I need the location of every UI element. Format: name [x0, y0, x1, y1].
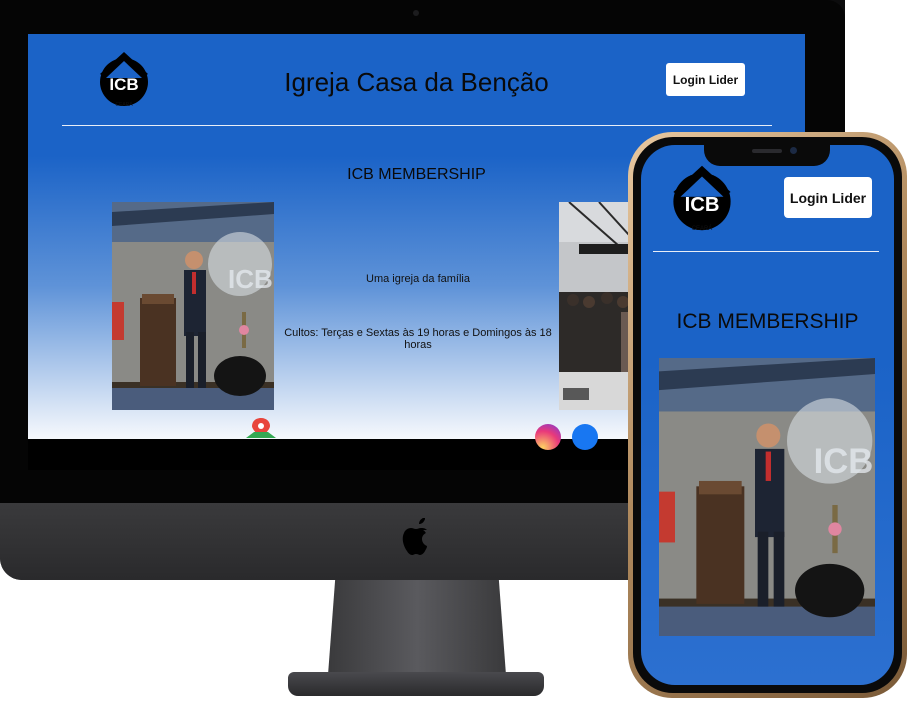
tagline: Uma igreja da família — [366, 273, 470, 285]
svg-text:ICB: ICB — [228, 264, 273, 294]
phone-camera — [790, 147, 797, 154]
imac-camera — [413, 10, 419, 16]
facebook-icon[interactable] — [572, 424, 598, 450]
imac-stand — [328, 580, 506, 675]
mobile-screen: ICB CEARÁ Login Lider ICB MEMBERSHIP ICB — [641, 145, 894, 685]
pastor-photo: ICB — [659, 358, 875, 636]
pastor-photo: ICB — [112, 202, 274, 410]
membership-title: ICB MEMBERSHIP — [676, 310, 859, 333]
svg-text:ICB: ICB — [814, 443, 874, 481]
service-schedule: Cultos: Terças e Sextas às 19 horas e Do… — [284, 327, 552, 351]
icb-logo-icon: ICB CEARÁ — [673, 165, 731, 232]
login-leader-button[interactable]: Login Lider — [784, 177, 872, 218]
apple-logo-icon — [402, 518, 427, 555]
phone-speaker — [752, 149, 782, 153]
phone-notch — [704, 142, 830, 166]
imac-stand-base — [288, 672, 544, 696]
logo-subtext: CEARÁ — [692, 225, 713, 232]
instagram-icon[interactable] — [535, 424, 561, 450]
logo-subtext: CEARÁ — [115, 101, 133, 108]
login-leader-button[interactable]: Login Lider — [666, 63, 745, 96]
header-divider — [653, 251, 879, 252]
header-divider — [62, 125, 772, 126]
map-pin-icon[interactable] — [246, 418, 276, 438]
logo-text: ICB — [685, 194, 720, 216]
